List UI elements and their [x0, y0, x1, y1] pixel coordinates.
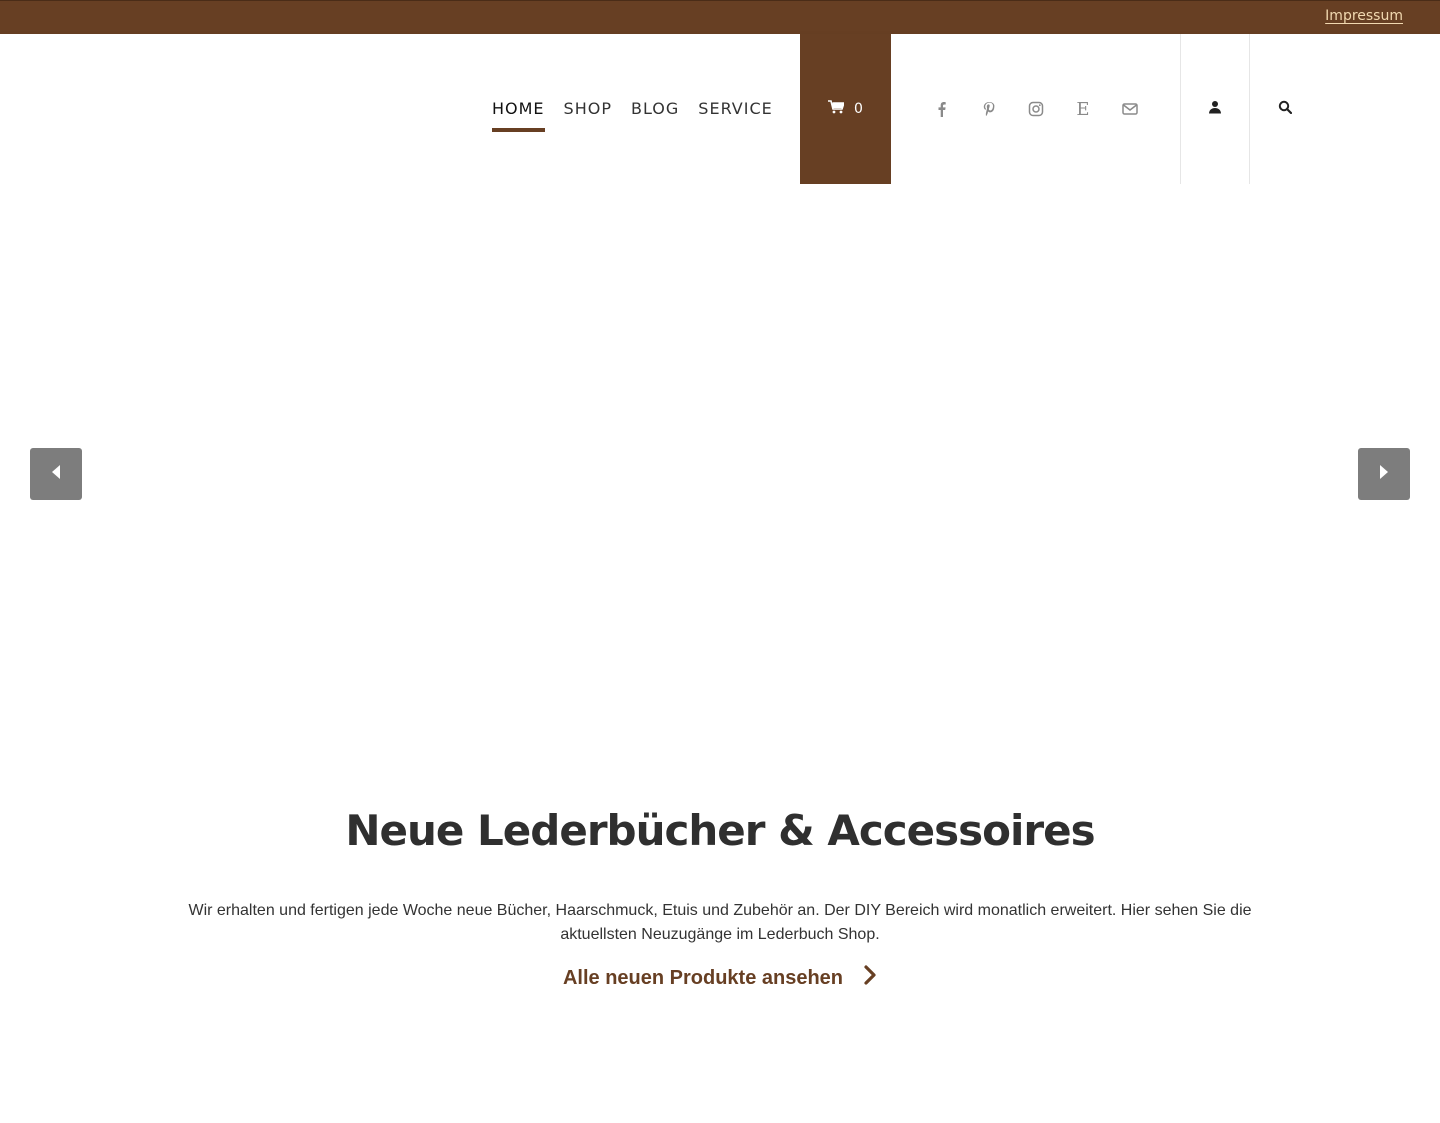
user-icon — [1208, 100, 1222, 119]
hero-slider — [0, 184, 1440, 768]
search-icon — [1278, 100, 1293, 119]
slider-next-button[interactable] — [1358, 448, 1410, 500]
account-button[interactable] — [1181, 34, 1249, 184]
section-title: Neue Lederbücher & Accessoires — [345, 806, 1095, 855]
cart-count: 0 — [854, 101, 863, 117]
mail-icon[interactable] — [1118, 97, 1142, 121]
slider-prev-button[interactable] — [30, 448, 82, 500]
facebook-icon[interactable] — [930, 97, 954, 121]
nav-home[interactable]: HOME — [492, 99, 545, 132]
caret-left-icon — [50, 464, 62, 485]
social-links: E — [930, 34, 1165, 184]
all-products-label: Alle neuen Produkte ansehen — [562, 966, 844, 989]
caret-right-icon — [1378, 464, 1390, 485]
etsy-icon[interactable]: E — [1071, 97, 1095, 121]
section-description: Wir erhalten und fertigen jede Woche neu… — [188, 902, 1252, 943]
main-nav: HOME SHOP BLOG SERVICE — [492, 34, 792, 184]
instagram-icon[interactable] — [1024, 97, 1048, 121]
search-button[interactable] — [1251, 34, 1319, 184]
all-products-link[interactable]: Alle neuen Produkte ansehen — [0, 964, 1440, 992]
cart-icon — [828, 99, 854, 119]
top-bar: Impressum — [0, 0, 1440, 34]
nav-shop[interactable]: SHOP — [564, 99, 612, 120]
chevron-right-icon — [843, 964, 877, 992]
pinterest-icon[interactable] — [977, 97, 1001, 121]
site-header: HOME SHOP BLOG SERVICE 0 E — [0, 34, 1440, 184]
header-divider — [1249, 34, 1250, 184]
nav-service[interactable]: SERVICE — [698, 99, 772, 120]
cart-button[interactable]: 0 — [800, 34, 891, 184]
impressum-link[interactable]: Impressum — [1325, 8, 1403, 24]
nav-blog[interactable]: BLOG — [631, 99, 679, 120]
